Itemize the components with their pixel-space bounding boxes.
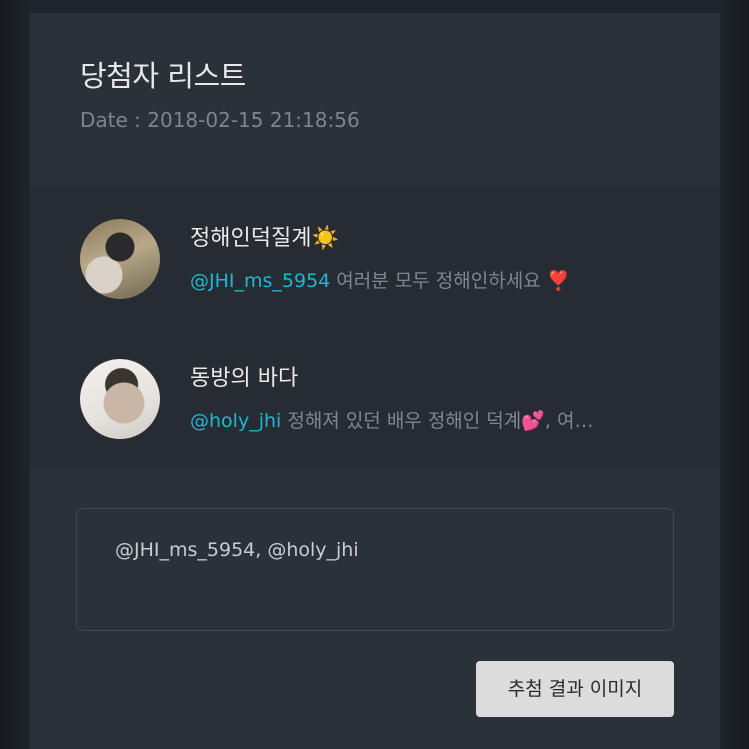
winner-name: 동방의 바다 bbox=[190, 366, 299, 391]
winner-list-card: 당첨자 리스트 Date : 2018-02-15 21:18:56 정해인덕질… bbox=[30, 13, 720, 749]
winner-item[interactable]: 정해인덕질계☀️ @JHI_ms_5954 여러분 모두 정해인하세요 ❣️ bbox=[30, 216, 720, 326]
winner-tweet: @JHI_ms_5954 여러분 모두 정해인하세요 ❣️ bbox=[190, 266, 660, 293]
card-footer: @JHI_ms_5954, @holy_jhi 추첨 결과 이미지 bbox=[30, 467, 720, 749]
card-header: 당첨자 리스트 Date : 2018-02-15 21:18:56 bbox=[30, 13, 720, 186]
avatar[interactable] bbox=[80, 219, 160, 299]
winner-name: 정해인덕질계☀️ bbox=[190, 226, 339, 251]
result-image-button[interactable]: 추첨 결과 이미지 bbox=[476, 661, 674, 717]
result-textbox[interactable]: @JHI_ms_5954, @holy_jhi bbox=[76, 508, 674, 631]
winner-tweet-text: 여러분 모두 정해인하세요 ❣️ bbox=[330, 270, 571, 292]
avatar[interactable] bbox=[80, 359, 160, 439]
winner-mention[interactable]: @holy_jhi bbox=[190, 410, 281, 432]
winner-item[interactable]: 동방의 바다 @holy_jhi 정해져 있던 배우 정해인 덕계💕, 여… bbox=[30, 356, 720, 466]
winner-mention[interactable]: @JHI_ms_5954 bbox=[190, 270, 330, 292]
winner-tweet-text: 정해져 있던 배우 정해인 덕계💕, 여… bbox=[281, 410, 594, 432]
winner-list: 정해인덕질계☀️ @JHI_ms_5954 여러분 모두 정해인하세요 ❣️ 동… bbox=[30, 186, 720, 467]
result-text: @JHI_ms_5954, @holy_jhi bbox=[115, 539, 359, 561]
draw-date: Date : 2018-02-15 21:18:56 bbox=[80, 108, 360, 132]
winner-tweet: @holy_jhi 정해져 있던 배우 정해인 덕계💕, 여… bbox=[190, 406, 660, 433]
page-title: 당첨자 리스트 bbox=[80, 59, 246, 93]
